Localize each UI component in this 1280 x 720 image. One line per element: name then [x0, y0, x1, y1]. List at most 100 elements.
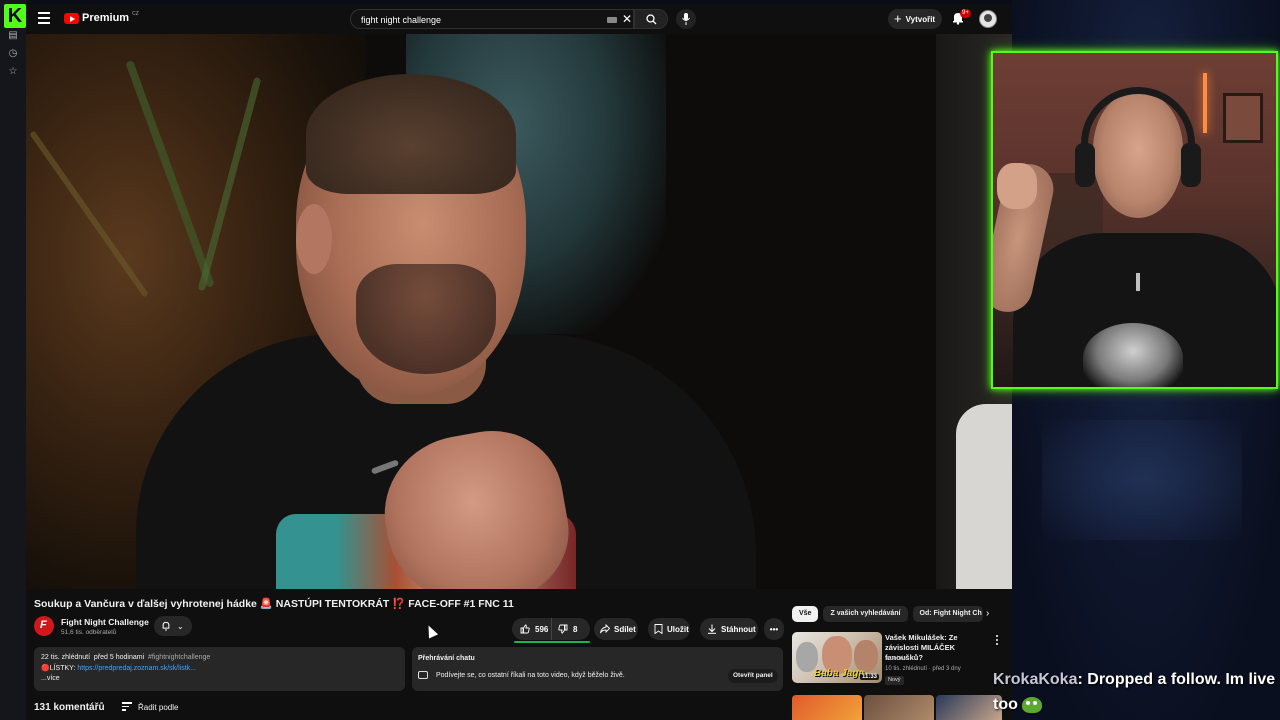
bell-icon: [162, 621, 170, 631]
thumbs-down-icon: [558, 624, 568, 634]
chip-all[interactable]: Vše: [792, 606, 819, 622]
like-button[interactable]: 596: [512, 618, 552, 640]
thumbs-up-icon: [520, 624, 530, 634]
chat-replay-box: Přehrávání chatu Podívejte se, co ostatn…: [412, 647, 783, 691]
related-chips: Vše Z vašich vyhledávání Od: Fight Night…: [792, 606, 983, 622]
search-input[interactable]: [361, 13, 591, 27]
download-button[interactable]: Stáhnout: [700, 618, 758, 640]
share-button[interactable]: Sdílet: [594, 618, 638, 640]
library-icon[interactable]: ▤: [7, 30, 19, 42]
description-more[interactable]: ...více: [41, 674, 398, 685]
comments-count: 131 komentářů: [34, 702, 105, 713]
view-count: 22 tis. zhlédnutí: [41, 654, 91, 661]
keyboard-icon[interactable]: [607, 17, 617, 23]
chevron-down-icon: ⌄: [177, 621, 184, 631]
chip-from-searches[interactable]: Z vašich vyhledávání: [823, 606, 908, 622]
share-label: Sdílet: [614, 624, 636, 634]
clear-icon[interactable]: ✕: [622, 12, 632, 26]
streamer-necklace: [1136, 273, 1140, 291]
download-icon: [708, 624, 716, 634]
related-video-meta: 10 tis. zhlédnutí · před 3 dny: [885, 666, 961, 672]
topbar: Premium CZ ✕ + Vytvořit 9+: [26, 4, 1012, 34]
menu-icon[interactable]: [38, 12, 50, 24]
search-icon: [646, 14, 657, 25]
voice-search-button[interactable]: [676, 9, 696, 29]
search-box: ✕: [350, 9, 634, 29]
person-hair: [306, 74, 516, 194]
youtube-play-icon: [64, 12, 79, 24]
notification-badge: 9+: [960, 9, 971, 18]
upload-time: před 5 hodinami: [93, 654, 145, 661]
create-label: Vytvořit: [905, 14, 936, 24]
hashtag-link[interactable]: #fightnightchallenge: [148, 654, 210, 661]
chip-from-channel[interactable]: Od: Fight Night Ch: [912, 606, 983, 622]
new-badge: Nový: [885, 676, 904, 685]
headset-ear-cup: [1075, 143, 1095, 187]
streamer-webcam: [991, 51, 1278, 389]
youtube-window: Premium CZ ✕ + Vytvořit 9+: [26, 4, 1012, 720]
second-person-shirt: [956, 404, 1012, 589]
more-vertical-icon[interactable]: [996, 635, 999, 647]
plus-icon: +: [894, 11, 902, 26]
streamer-fist: [997, 163, 1037, 209]
create-button[interactable]: + Vytvořit: [888, 9, 942, 29]
channel-subscribers: 51,6 tis. odběratelů: [61, 629, 117, 636]
chat-icon: [418, 671, 428, 679]
like-count: 596: [535, 624, 549, 634]
related-video-thumbnail[interactable]: Baba Jaga 11:33: [792, 632, 882, 683]
save-label: Uložit: [667, 624, 689, 634]
youtube-logo[interactable]: Premium CZ: [64, 11, 139, 24]
channel-avatar[interactable]: [34, 616, 54, 636]
tickets-label: 🔴LÍSTKY:: [41, 664, 76, 672]
description-meta: 22 tis. zhlédnutí před 5 hodinami #fight…: [41, 653, 398, 664]
sort-comments-button[interactable]: Řadit podle: [122, 702, 178, 713]
download-label: Stáhnout: [721, 624, 756, 634]
more-horizontal-icon: •••: [769, 624, 779, 634]
microphone-icon: [682, 13, 690, 25]
chevron-right-icon[interactable]: ›: [986, 608, 989, 619]
kick-logo: K: [4, 4, 26, 28]
share-icon: [600, 624, 610, 634]
chat-replay-title: Přehrávání chatu: [418, 655, 475, 662]
dislike-count: 8: [573, 624, 578, 634]
related-video-thumbnail[interactable]: [864, 695, 934, 720]
mouse-cursor: [423, 623, 439, 639]
subscription-bell-button[interactable]: ⌄: [154, 616, 192, 636]
account-avatar[interactable]: [979, 10, 997, 28]
dislike-button[interactable]: 8: [552, 624, 577, 634]
logo-region: CZ: [132, 11, 139, 17]
frog-emote-icon: [1021, 696, 1042, 713]
search-button[interactable]: [634, 9, 668, 29]
star-icon[interactable]: ☆: [7, 66, 19, 78]
history-icon[interactable]: ◷: [7, 48, 19, 60]
headset-ear-cup: [1181, 143, 1201, 187]
logo-text: Premium: [82, 12, 130, 24]
stream-chat-message: KrokaKoka: Dropped a follow. Im live too: [993, 667, 1280, 717]
webcam-picture-frame: [1223, 93, 1263, 143]
person-beard: [356, 264, 496, 374]
related-video-thumbnail[interactable]: [792, 695, 862, 720]
streamer-shirt-print: [1083, 323, 1183, 387]
headset-icon: [1081, 87, 1195, 187]
video-player[interactable]: [26, 34, 1012, 589]
like-dislike-group: 596 8: [512, 618, 590, 640]
tickets-link[interactable]: https://predpredaj.zoznam.sk/sk/listk...: [77, 665, 196, 672]
like-ratio-bar: [514, 641, 590, 643]
channel-name[interactable]: Fight Night Challenge: [61, 617, 149, 627]
thumbnail-text: Baba Jaga: [814, 668, 865, 679]
open-panel-button[interactable]: Otevřít panel: [728, 669, 778, 683]
related-video-channel[interactable]: tenebria: [885, 656, 907, 662]
sort-label: Řadit podle: [138, 702, 179, 712]
save-button[interactable]: Uložit: [648, 618, 690, 640]
sort-icon: [122, 702, 132, 713]
webcam-lamp: [1203, 73, 1207, 133]
bookmark-icon: [654, 624, 663, 634]
chat-replay-text: Podívejte se, co ostatní říkali na toto …: [436, 672, 625, 679]
left-rail: K ▤ ◷ ☆: [0, 0, 26, 720]
chat-username: KrokaKoka: [993, 671, 1078, 688]
description-tickets: 🔴LÍSTKY: https://predpredaj.zoznam.sk/sk…: [41, 664, 398, 675]
description-box[interactable]: 22 tis. zhlédnutí před 5 hodinami #fight…: [34, 647, 405, 691]
person-ear: [296, 204, 332, 274]
video-title: Soukup a Vančura v ďalšej vyhrotenej hád…: [34, 598, 514, 610]
more-actions-button[interactable]: •••: [764, 618, 784, 640]
